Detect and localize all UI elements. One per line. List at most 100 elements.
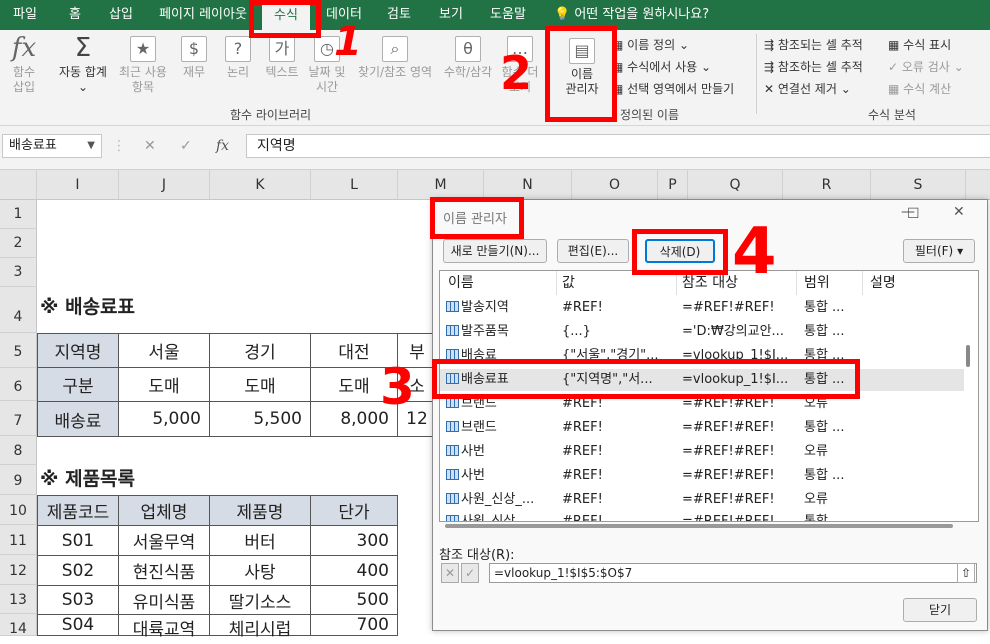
define-name-button[interactable]: ▦ 이름 정의 ⌄ (612, 36, 689, 53)
cancel-icon[interactable]: ✕ (144, 134, 156, 158)
tab-view[interactable]: 보기 (428, 0, 474, 30)
list-item[interactable]: 브랜드 #REF! =#REF!#REF! 통합 ... (440, 417, 964, 439)
use-in-formula-button[interactable]: ▦ 수식에서 사용 ⌄ (612, 58, 711, 75)
close-button[interactable]: 닫기 (903, 598, 977, 622)
tab-file[interactable]: 파일 (0, 0, 50, 30)
table-cell[interactable]: 5,500 (209, 401, 311, 437)
lookup-button[interactable]: ⌕ 찾기/참조 영역 (352, 36, 438, 80)
table-cell[interactable]: 서울 (118, 333, 210, 368)
table-cell[interactable]: 체리시럽 (209, 614, 311, 640)
table-cell[interactable]: 도매 (209, 367, 311, 402)
column-header[interactable]: M (398, 170, 484, 200)
text-function-button[interactable]: 가 텍스트 (262, 36, 302, 80)
column-header[interactable]: R (783, 170, 871, 200)
maximize-icon[interactable]: ☐ (907, 206, 920, 222)
confirm-edit-icon[interactable]: ✓ (461, 563, 479, 583)
table-header-cell[interactable]: 제품명 (209, 495, 311, 526)
column-header[interactable]: O (572, 170, 658, 200)
collapse-dialog-icon[interactable]: ⇧ (957, 563, 975, 583)
table-cell[interactable]: 도매 (118, 367, 210, 402)
cancel-edit-icon[interactable]: ✕ (441, 563, 459, 583)
list-column-header[interactable]: 이름 (448, 271, 474, 295)
row-header[interactable]: 7 (0, 401, 37, 436)
list-item[interactable]: 사원_신상_... #REF! =#REF!#REF! 통합 ... (440, 511, 964, 521)
column-header[interactable]: N (484, 170, 572, 200)
row-header[interactable]: 12 (0, 555, 37, 585)
list-item[interactable]: 사원_신상_... #REF! =#REF!#REF! 오류 (440, 489, 964, 511)
financial-button[interactable]: $ 재무 (176, 36, 212, 80)
table-cell[interactable]: S03 (37, 585, 119, 615)
autosum-button[interactable]: Σ 자동 합계 ⌄ (52, 35, 114, 95)
column-header[interactable] (966, 170, 990, 200)
enter-icon[interactable]: ✓ (180, 134, 192, 158)
table-cell[interactable]: 구분 (37, 367, 119, 402)
close-icon[interactable]: ✕ (953, 204, 965, 220)
table-cell[interactable]: 400 (310, 555, 398, 586)
table-header-cell[interactable]: 업체명 (118, 495, 210, 526)
select-all-corner[interactable] (0, 170, 37, 200)
column-header[interactable]: S (871, 170, 966, 200)
row-header[interactable]: 10 (0, 495, 37, 525)
tab-home[interactable]: 홈 (54, 0, 96, 30)
table-cell[interactable]: 유미식품 (118, 585, 210, 615)
filter-button[interactable]: 필터(F) ▾ (903, 239, 975, 263)
trace-dependents-button[interactable]: ⇶ 참조하는 셀 추적 (764, 58, 863, 75)
new-name-button[interactable]: 새로 만들기(N)... (443, 239, 547, 263)
fx-icon[interactable]: fx (216, 134, 229, 158)
table-header-cell[interactable]: 제품코드 (37, 495, 119, 526)
row-header[interactable]: 9 (0, 465, 37, 495)
chevron-down-icon[interactable]: ▼ (87, 135, 95, 157)
edit-name-button[interactable]: 편집(E)... (557, 239, 629, 263)
table-cell[interactable]: 지역명 (37, 333, 119, 368)
row-header[interactable]: 13 (0, 585, 37, 614)
list-item[interactable]: 발주품목 {...} ='D:₩강의교안... 통합 ... (440, 321, 964, 343)
table-cell[interactable]: 배송료 (37, 401, 119, 437)
table-cell[interactable]: 5,000 (118, 401, 210, 437)
insert-function-button[interactable]: fx 함수 삽입 (4, 35, 44, 95)
row-header[interactable]: 1 (0, 200, 37, 229)
column-header[interactable]: Q (688, 170, 783, 200)
refers-to-input[interactable]: =vlookup_1!$I$5:$O$7 (489, 563, 977, 583)
tab-help[interactable]: 도움말 (480, 0, 536, 30)
remove-arrows-button[interactable]: ✕ 연결선 제거 ⌄ (764, 80, 851, 97)
column-header[interactable]: K (210, 170, 311, 200)
row-header[interactable]: 6 (0, 368, 37, 401)
horizontal-scrollbar-thumb[interactable] (445, 524, 953, 528)
column-header[interactable]: J (119, 170, 210, 200)
list-column-header[interactable]: 설명 (870, 271, 896, 295)
create-from-selection-button[interactable]: ▦ 선택 영역에서 만들기 (612, 80, 734, 97)
table-cell[interactable]: 서울무역 (118, 525, 210, 556)
show-formulas-button[interactable]: ▦ 수식 표시 (888, 36, 951, 53)
list-item[interactable]: 사번 #REF! =#REF!#REF! 통합 ... (440, 465, 964, 487)
table-cell[interactable]: 경기 (209, 333, 311, 368)
evaluate-formula-button[interactable]: ▦ 수식 계산 (888, 80, 951, 97)
row-header[interactable]: 4 (0, 287, 37, 333)
row-header[interactable]: 11 (0, 525, 37, 555)
list-item[interactable]: 사번 #REF! =#REF!#REF! 오류 (440, 441, 964, 463)
table-cell[interactable]: 사탕 (209, 555, 311, 586)
tab-review[interactable]: 검토 (376, 0, 422, 30)
table-cell[interactable]: S01 (37, 525, 119, 556)
column-header[interactable]: L (311, 170, 398, 200)
math-trig-button[interactable]: θ 수학/삼각 (440, 36, 496, 80)
tab-insert[interactable]: 삽입 (98, 0, 144, 30)
logical-button[interactable]: ? 논리 (218, 36, 258, 80)
list-column-header[interactable]: 범위 (804, 271, 830, 295)
tab-page-layout[interactable]: 페이지 레이아웃 (150, 0, 256, 30)
vertical-scrollbar-thumb[interactable] (966, 345, 970, 367)
column-header[interactable]: I (37, 170, 119, 200)
row-header[interactable]: 5 (0, 333, 37, 368)
row-header[interactable]: 2 (0, 229, 37, 258)
table-cell[interactable]: 현진식품 (118, 555, 210, 586)
list-item[interactable]: 발송지역 #REF! =#REF!#REF! 통합 ... (440, 297, 964, 319)
row-header[interactable]: 8 (0, 436, 37, 465)
table-cell[interactable]: 버터 (209, 525, 311, 556)
column-header[interactable]: P (658, 170, 688, 200)
table-cell[interactable]: 700 (310, 614, 398, 636)
error-check-button[interactable]: ✓ 오류 검사 ⌄ (888, 58, 964, 75)
formula-input[interactable]: 지역명 (246, 134, 990, 158)
table-header-cell[interactable]: 단가 (310, 495, 398, 526)
table-cell[interactable]: 300 (310, 525, 398, 556)
table-cell[interactable]: S04 (37, 614, 119, 636)
row-header[interactable]: 3 (0, 258, 37, 287)
